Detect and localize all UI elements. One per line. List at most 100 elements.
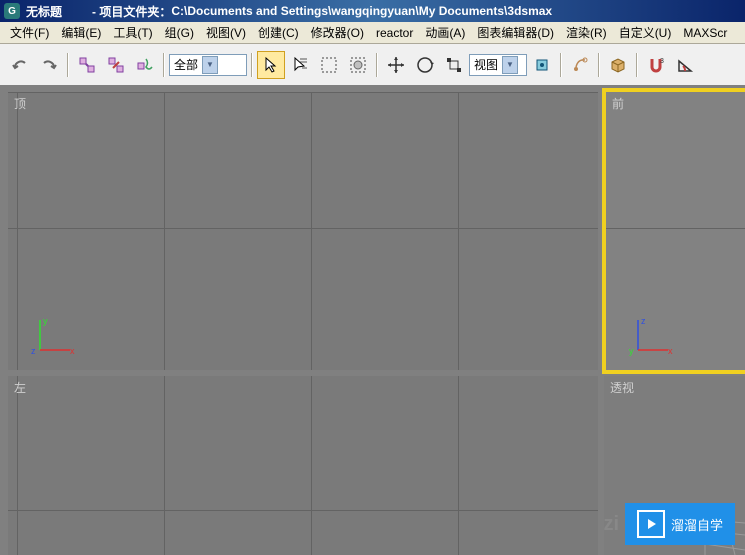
viewport-front[interactable]: 前 z x y [606, 92, 745, 370]
watermark-sub: zi [603, 513, 619, 536]
unlink-icon [106, 55, 126, 75]
menu-anim[interactable]: 动画(A) [419, 22, 471, 43]
menu-group[interactable]: 组(G) [159, 22, 200, 43]
scale-button[interactable] [440, 51, 468, 79]
menu-edit[interactable]: 编辑(E) [55, 22, 107, 43]
snap-icon: 3 [646, 55, 666, 75]
svg-text:x: x [668, 346, 673, 356]
list-icon [290, 55, 310, 75]
title-document: 无标题 [26, 3, 62, 20]
axis-gizmo-front: z x y [626, 310, 676, 360]
select-object-button[interactable] [257, 51, 285, 79]
menu-view[interactable]: 视图(V) [200, 22, 252, 43]
grid-line [164, 376, 165, 555]
menu-reactor[interactable]: reactor [370, 24, 419, 42]
viewport-perspective-label: 透视 [610, 379, 634, 396]
menu-file[interactable]: 文件(F) [4, 22, 55, 43]
move-button[interactable] [382, 51, 410, 79]
reference-coordinate-value: 视图 [474, 56, 498, 73]
window-crossing-button[interactable] [344, 51, 372, 79]
toolbar-separator [560, 53, 562, 77]
link-button[interactable] [73, 51, 101, 79]
toolbar-separator [598, 53, 600, 77]
spacewarp-icon [135, 55, 155, 75]
grid-line [8, 228, 598, 229]
angle-snap-icon [675, 55, 695, 75]
selection-filter-dropdown[interactable]: 全部 ▼ [169, 54, 247, 76]
svg-text:x: x [70, 346, 75, 356]
menu-graph[interactable]: 图表编辑器(D) [471, 22, 560, 43]
crossing-icon [348, 55, 368, 75]
toolbar-separator [67, 53, 69, 77]
reference-coordinate-dropdown[interactable]: 视图 ▼ [469, 54, 527, 76]
scale-icon [444, 55, 464, 75]
viewport-left-label: 左 [14, 379, 26, 396]
grid-line [458, 376, 459, 555]
undo-button[interactable] [6, 51, 34, 79]
move-icon [386, 55, 406, 75]
manipulate-icon [570, 55, 590, 75]
watermark-badge: 溜溜自学 [625, 503, 735, 545]
viewport-left[interactable]: 左 [8, 376, 598, 555]
grid-line [458, 92, 459, 370]
select-region-rect-button[interactable] [315, 51, 343, 79]
chevron-down-icon: ▼ [502, 56, 518, 74]
grid-line [164, 92, 165, 370]
viewport-top-label: 顶 [14, 95, 26, 112]
svg-text:3: 3 [660, 58, 664, 65]
app-icon: G [4, 3, 20, 19]
box-icon [608, 55, 628, 75]
svg-text:z: z [31, 346, 36, 356]
unlink-button[interactable] [102, 51, 130, 79]
main-toolbar: 全部 ▼ 视图 ▼ 3 [0, 44, 745, 86]
toolbar-separator [636, 53, 638, 77]
menu-maxscript[interactable]: MAXScr [677, 24, 733, 42]
manipulate-button[interactable] [566, 51, 594, 79]
grid-line [8, 510, 598, 511]
svg-text:y: y [43, 316, 48, 326]
menu-tool[interactable]: 工具(T) [107, 22, 158, 43]
axis-gizmo-top: y x z [28, 310, 78, 360]
grid-line [311, 92, 312, 370]
menu-render[interactable]: 渲染(R) [560, 22, 613, 43]
rect-select-icon [319, 55, 339, 75]
title-project-prefix: - 项目文件夹： [92, 3, 171, 20]
toolbar-separator [251, 53, 253, 77]
grid-line [8, 92, 598, 93]
viewport-front-label: 前 [612, 95, 624, 112]
svg-text:z: z [641, 316, 646, 326]
bind-spacewarp-button[interactable] [131, 51, 159, 79]
chevron-down-icon: ▼ [202, 56, 218, 74]
title-bar: G 无标题 - 项目文件夹： C:\Documents and Settings… [0, 0, 745, 22]
menu-modify[interactable]: 修改器(O) [305, 22, 370, 43]
play-icon [637, 510, 665, 538]
pivot-icon [532, 55, 552, 75]
undo-icon [10, 55, 30, 75]
select-by-name-button[interactable] [286, 51, 314, 79]
title-project-path: C:\Documents and Settings\wangqingyuan\M… [171, 4, 552, 18]
angle-snap-button[interactable] [671, 51, 699, 79]
toolbar-separator [376, 53, 378, 77]
viewport-area: 顶 y x z 前 z x y 左 [0, 86, 745, 555]
redo-icon [39, 55, 59, 75]
rotate-button[interactable] [411, 51, 439, 79]
redo-button[interactable] [35, 51, 63, 79]
grid-line [17, 92, 18, 370]
svg-text:y: y [629, 346, 634, 356]
link-icon [77, 55, 97, 75]
grid-line [17, 376, 18, 555]
menu-bar: 文件(F) 编辑(E) 工具(T) 组(G) 视图(V) 创建(C) 修改器(O… [0, 22, 745, 44]
snap-3d-button[interactable]: 3 [642, 51, 670, 79]
menu-custom[interactable]: 自定义(U) [613, 22, 678, 43]
menu-create[interactable]: 创建(C) [252, 22, 305, 43]
keymode-button[interactable] [604, 51, 632, 79]
grid-line [606, 228, 745, 229]
watermark: zi 溜溜自学 [603, 503, 735, 545]
viewport-top[interactable]: 顶 y x z [8, 92, 598, 370]
pivot-button[interactable] [528, 51, 556, 79]
watermark-brand: 溜溜自学 [671, 515, 723, 534]
cursor-icon [261, 55, 281, 75]
grid-line [311, 376, 312, 555]
selection-filter-value: 全部 [174, 56, 198, 73]
toolbar-separator [163, 53, 165, 77]
